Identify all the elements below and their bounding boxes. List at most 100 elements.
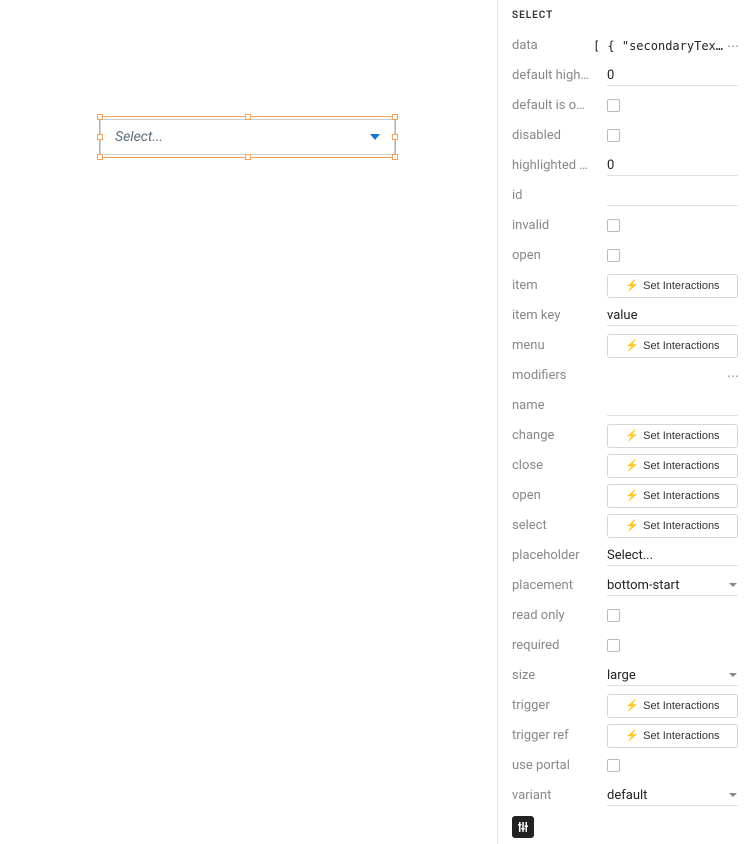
select-interactions-button[interactable]: ⚡Set Interactions [607,514,738,538]
prop-label: disabled [512,128,607,143]
size-dropdown[interactable]: large [607,666,738,686]
prop-row-item: item ⚡Set Interactions [512,271,738,300]
selected-component[interactable]: Select... [100,117,395,157]
data-json-preview: [ { "secondaryTex… [593,39,723,53]
placement-dropdown[interactable]: bottom-start [607,576,738,596]
prop-label: placement [512,578,607,593]
required-checkbox[interactable] [607,639,620,652]
prop-label: use portal [512,758,607,773]
invalid-checkbox[interactable] [607,219,620,232]
settings-button[interactable] [512,816,534,838]
bolt-icon: ⚡ [625,519,639,532]
bolt-icon: ⚡ [625,729,639,742]
bolt-icon: ⚡ [625,339,639,352]
id-input[interactable] [607,186,738,206]
default-highlighted-input[interactable] [607,66,738,86]
prop-label: close [512,458,607,473]
chevron-down-icon [728,792,738,798]
prop-row-invalid: invalid [512,211,738,240]
ellipsis-icon[interactable]: ⋯ [723,369,738,383]
item-key-input[interactable] [607,306,738,326]
panel-title: SELECT [512,10,738,21]
inspector-panel: SELECT data [ { "secondaryTex… ⋯ default… [498,0,752,844]
prop-label: item [512,278,607,293]
dropdown-value: default [607,788,728,803]
sliders-icon [517,821,529,833]
close-interactions-button[interactable]: ⚡Set Interactions [607,454,738,478]
prop-row-variant: variant default [512,781,738,810]
prop-row-data: data [ { "secondaryTex… ⋯ [512,31,738,60]
item-interactions-button[interactable]: ⚡Set Interactions [607,274,738,298]
trigger-interactions-button[interactable]: ⚡Set Interactions [607,694,738,718]
prop-row-placeholder: placeholder [512,541,738,570]
prop-row-trigger: trigger ⚡Set Interactions [512,691,738,720]
prop-label: trigger [512,698,607,713]
name-input[interactable] [607,396,738,416]
placeholder-input[interactable] [607,546,738,566]
caret-down-icon [370,134,380,140]
chevron-down-icon [728,672,738,678]
chevron-down-icon [728,582,738,588]
prop-label: modifiers [512,368,607,383]
prop-label: required [512,638,607,653]
bolt-icon: ⚡ [625,699,639,712]
read-only-checkbox[interactable] [607,609,620,622]
default-is-open-checkbox[interactable] [607,99,620,112]
prop-row-disabled: disabled [512,121,738,150]
prop-label: change [512,428,607,443]
prop-row-id: id [512,181,738,210]
bolt-icon: ⚡ [625,279,639,292]
prop-row-placement: placement bottom-start [512,571,738,600]
dropdown-value: bottom-start [607,578,728,593]
menu-interactions-button[interactable]: ⚡Set Interactions [607,334,738,358]
prop-row-close: close ⚡Set Interactions [512,451,738,480]
open-interactions-button[interactable]: ⚡Set Interactions [607,484,738,508]
prop-row-modifiers: modifiers ⋯ [512,361,738,390]
prop-row-use-portal: use portal [512,751,738,780]
prop-label: menu [512,338,607,353]
use-portal-checkbox[interactable] [607,759,620,772]
highlighted-input[interactable] [607,156,738,176]
dropdown-value: large [607,668,728,683]
prop-row-default-is-open: default is o… [512,91,738,120]
prop-label: variant [512,788,607,803]
prop-label: select [512,518,607,533]
prop-label: item key [512,308,607,323]
prop-row-highlighted: highlighted … [512,151,738,180]
prop-row-name: name [512,391,738,420]
ellipsis-icon[interactable]: ⋯ [723,39,738,53]
prop-row-open-event: open ⚡Set Interactions [512,481,738,510]
prop-row-size: size large [512,661,738,690]
disabled-checkbox[interactable] [607,129,620,142]
prop-data-value[interactable]: [ { "secondaryTex… ⋯ [593,39,738,53]
prop-row-open: open [512,241,738,270]
bolt-icon: ⚡ [625,459,639,472]
prop-row-select: select ⚡Set Interactions [512,511,738,540]
variant-dropdown[interactable]: default [607,786,738,806]
prop-row-required: required [512,631,738,660]
open-checkbox[interactable] [607,249,620,262]
prop-label: open [512,488,607,503]
prop-row-trigger-ref: trigger ref ⚡Set Interactions [512,721,738,750]
prop-label: default high… [512,68,607,83]
prop-row-default-highlighted: default high… [512,61,738,90]
prop-label: invalid [512,218,607,233]
bolt-icon: ⚡ [625,489,639,502]
select-component[interactable]: Select... [100,119,395,155]
prop-label: id [512,188,607,203]
prop-label: data [512,38,593,53]
prop-label: trigger ref [512,728,607,743]
prop-row-change: change ⚡Set Interactions [512,421,738,450]
prop-label: size [512,668,607,683]
change-interactions-button[interactable]: ⚡Set Interactions [607,424,738,448]
prop-label: name [512,398,607,413]
prop-label: default is o… [512,98,607,113]
trigger-ref-interactions-button[interactable]: ⚡Set Interactions [607,724,738,748]
prop-label: placeholder [512,548,607,563]
modifiers-value[interactable]: ⋯ [607,369,738,383]
prop-row-read-only: read only [512,601,738,630]
canvas-area[interactable]: Select... [0,0,498,844]
prop-label: highlighted … [512,158,607,173]
select-placeholder-text: Select... [115,129,163,145]
prop-label: read only [512,608,607,623]
